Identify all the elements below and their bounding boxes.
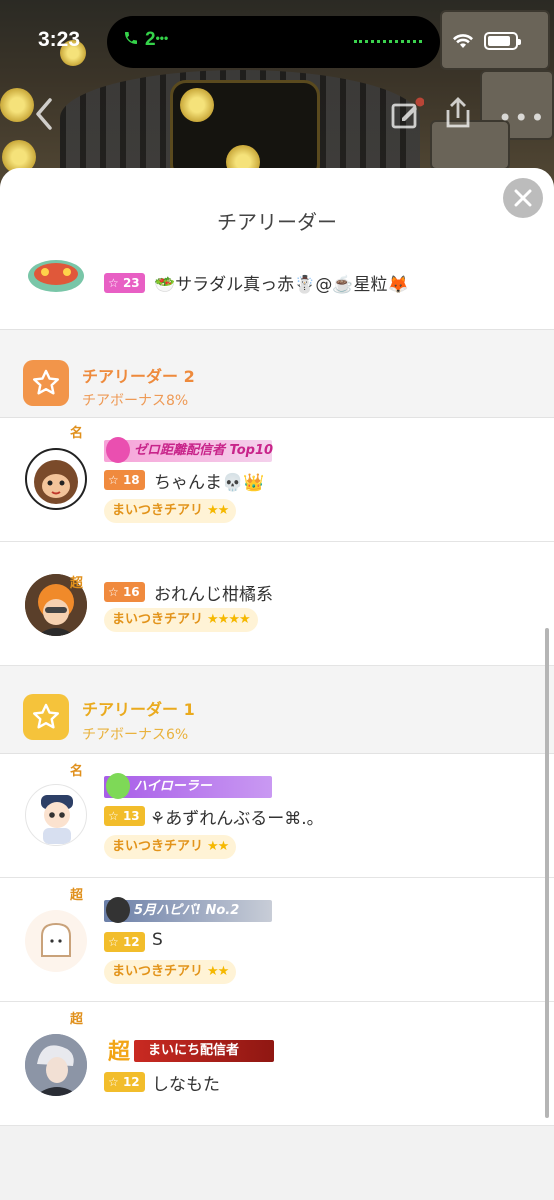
close-button[interactable]	[503, 178, 543, 218]
rank-tag: 超	[70, 1012, 84, 1027]
banner-text: ゼロ距離配信者 Top10	[134, 443, 274, 458]
chip-label: まいつきチアリ	[112, 839, 204, 854]
user-name: S	[152, 930, 163, 950]
avatar-image	[41, 795, 73, 844]
section-title: チアリーダー 1	[82, 700, 195, 719]
monthly-cheer-chip: まいつきチアリ ★★★★	[104, 608, 258, 632]
achievement-seal	[106, 897, 130, 923]
level-badge: ☆ 13	[104, 806, 145, 826]
section-header: チアリーダー 2 チアボーナス8%	[0, 330, 554, 418]
achievement-banner: ゼロ距離配信者 Top10	[104, 437, 274, 463]
rank-tag: 名	[70, 426, 84, 441]
avatar-image	[28, 260, 84, 292]
avatar[interactable]	[25, 910, 87, 972]
status-bar: 3:23 2•••	[0, 0, 554, 82]
list-item[interactable]: 名 ハイローラー ☆ 13 ⚘あずれんぶるー⌘.。 まいつきチアリ ★★	[0, 754, 554, 878]
level-badge: ☆ 12	[104, 1072, 145, 1092]
section-icon-bg	[23, 360, 69, 406]
monthly-cheer-chip: まいつきチアリ ★★	[104, 499, 237, 523]
level-value: 13	[122, 809, 140, 823]
avatar-image	[25, 1034, 87, 1096]
achievement-banner: ハイローラー	[104, 773, 272, 799]
rank-tag: 超	[70, 576, 84, 591]
achievement-seal	[106, 437, 130, 463]
share-icon[interactable]	[442, 96, 474, 130]
section-icon-bg	[23, 694, 69, 740]
chip-label: まいつきチアリ	[112, 964, 204, 979]
user-name: おれんじ柑橘系	[154, 585, 273, 605]
dynamic-island[interactable]: 2•••	[107, 16, 440, 68]
chip-stars: ★★	[207, 839, 229, 854]
wifi-icon	[453, 34, 473, 48]
list-item[interactable]: ☆ 23 🥗サラダル真っ赤☃️@☕️星粒🦊	[0, 234, 554, 330]
section-header: チアリーダー 1 チアボーナス6%	[0, 666, 554, 754]
section-bonus: チアボーナス8%	[82, 393, 189, 409]
sheet-title: チアリーダー	[217, 210, 337, 234]
back-icon[interactable]	[30, 94, 60, 134]
scrollbar[interactable]	[545, 628, 549, 1118]
more-icon[interactable]: •••	[498, 104, 546, 132]
list-item[interactable]: 超 まいにち配信者 超 ☆ 12 しなもた	[0, 1002, 554, 1126]
level-badge: ☆ 12	[104, 932, 145, 952]
chip-label: まいつきチアリ	[112, 503, 204, 518]
rank-tag: 名	[70, 764, 84, 779]
call-dots: •••	[155, 31, 169, 45]
user-name: ⚘あずれんぶるー⌘.。	[150, 809, 324, 829]
level-value: 18	[122, 473, 140, 487]
chip-label: まいつきチアリ	[112, 612, 204, 627]
cheerleader-sheet: チアリーダー ☆ 23 🥗サラダル真っ赤☃️@☕️星粒🦊 チアリーダー 2 チア…	[0, 168, 554, 1200]
level-value: 12	[122, 935, 140, 949]
banner-text: まいにち配信者	[148, 1043, 240, 1058]
banner-text: 5月ハピバ! No.2	[134, 903, 240, 918]
level-value: 23	[122, 276, 140, 290]
achievement-seal	[106, 773, 130, 799]
user-name: しなもた	[152, 1075, 220, 1095]
level-value: 16	[122, 585, 140, 599]
star-icon	[33, 703, 59, 729]
avatar-image	[34, 460, 78, 504]
call-indicator[interactable]: 2•••	[123, 29, 168, 51]
avatar[interactable]	[25, 234, 87, 296]
audio-wave-icon	[354, 40, 422, 43]
phone-icon	[125, 32, 137, 44]
status-time: 3:23	[38, 28, 81, 51]
monthly-cheer-chip: まいつきチアリ ★★	[104, 960, 237, 984]
avatar[interactable]	[25, 1034, 87, 1096]
rose-decoration	[180, 88, 214, 122]
level-badge: ☆ 18	[104, 470, 145, 490]
battery-icon	[484, 32, 521, 50]
monthly-cheer-chip: まいつきチアリ ★★	[104, 835, 237, 859]
call-count: 2	[145, 29, 156, 50]
banner-text: ハイローラー	[134, 779, 212, 794]
rank-tag: 超	[70, 888, 84, 903]
user-name: ちゃんま💀👑	[154, 473, 265, 493]
super-label: 超	[108, 1040, 131, 1065]
achievement-banner: まいにち配信者	[134, 1040, 274, 1062]
achievement-banner: 5月ハピバ! No.2	[104, 897, 272, 923]
avatar[interactable]	[25, 784, 87, 846]
list-item[interactable]: 名 ゼロ距離配信者 Top10 ☆ 18 ちゃんま💀👑 まいつきチアリ ★★	[0, 418, 554, 542]
avatar[interactable]	[25, 448, 87, 510]
chip-stars: ★★★★	[207, 612, 251, 627]
chip-stars: ★★	[207, 503, 229, 518]
rose-decoration	[0, 88, 34, 122]
close-icon	[514, 189, 532, 207]
avatar-image	[41, 922, 71, 957]
section-title: チアリーダー 2	[82, 367, 195, 386]
chip-stars: ★★	[207, 964, 229, 979]
user-name: 🥗サラダル真っ赤☃️@☕️星粒🦊	[154, 275, 409, 295]
section-bonus: チアボーナス6%	[82, 727, 189, 743]
edit-icon[interactable]	[390, 97, 424, 131]
level-value: 12	[122, 1075, 140, 1089]
list-item[interactable]: 超 ☆ 16 おれんじ柑橘系 まいつきチアリ ★★★★	[0, 542, 554, 666]
star-icon	[33, 369, 59, 395]
level-badge: ☆ 23	[104, 273, 145, 293]
list-item[interactable]: 超 5月ハピバ! No.2 ☆ 12 S まいつきチアリ ★★	[0, 878, 554, 1002]
level-badge: ☆ 16	[104, 582, 145, 602]
